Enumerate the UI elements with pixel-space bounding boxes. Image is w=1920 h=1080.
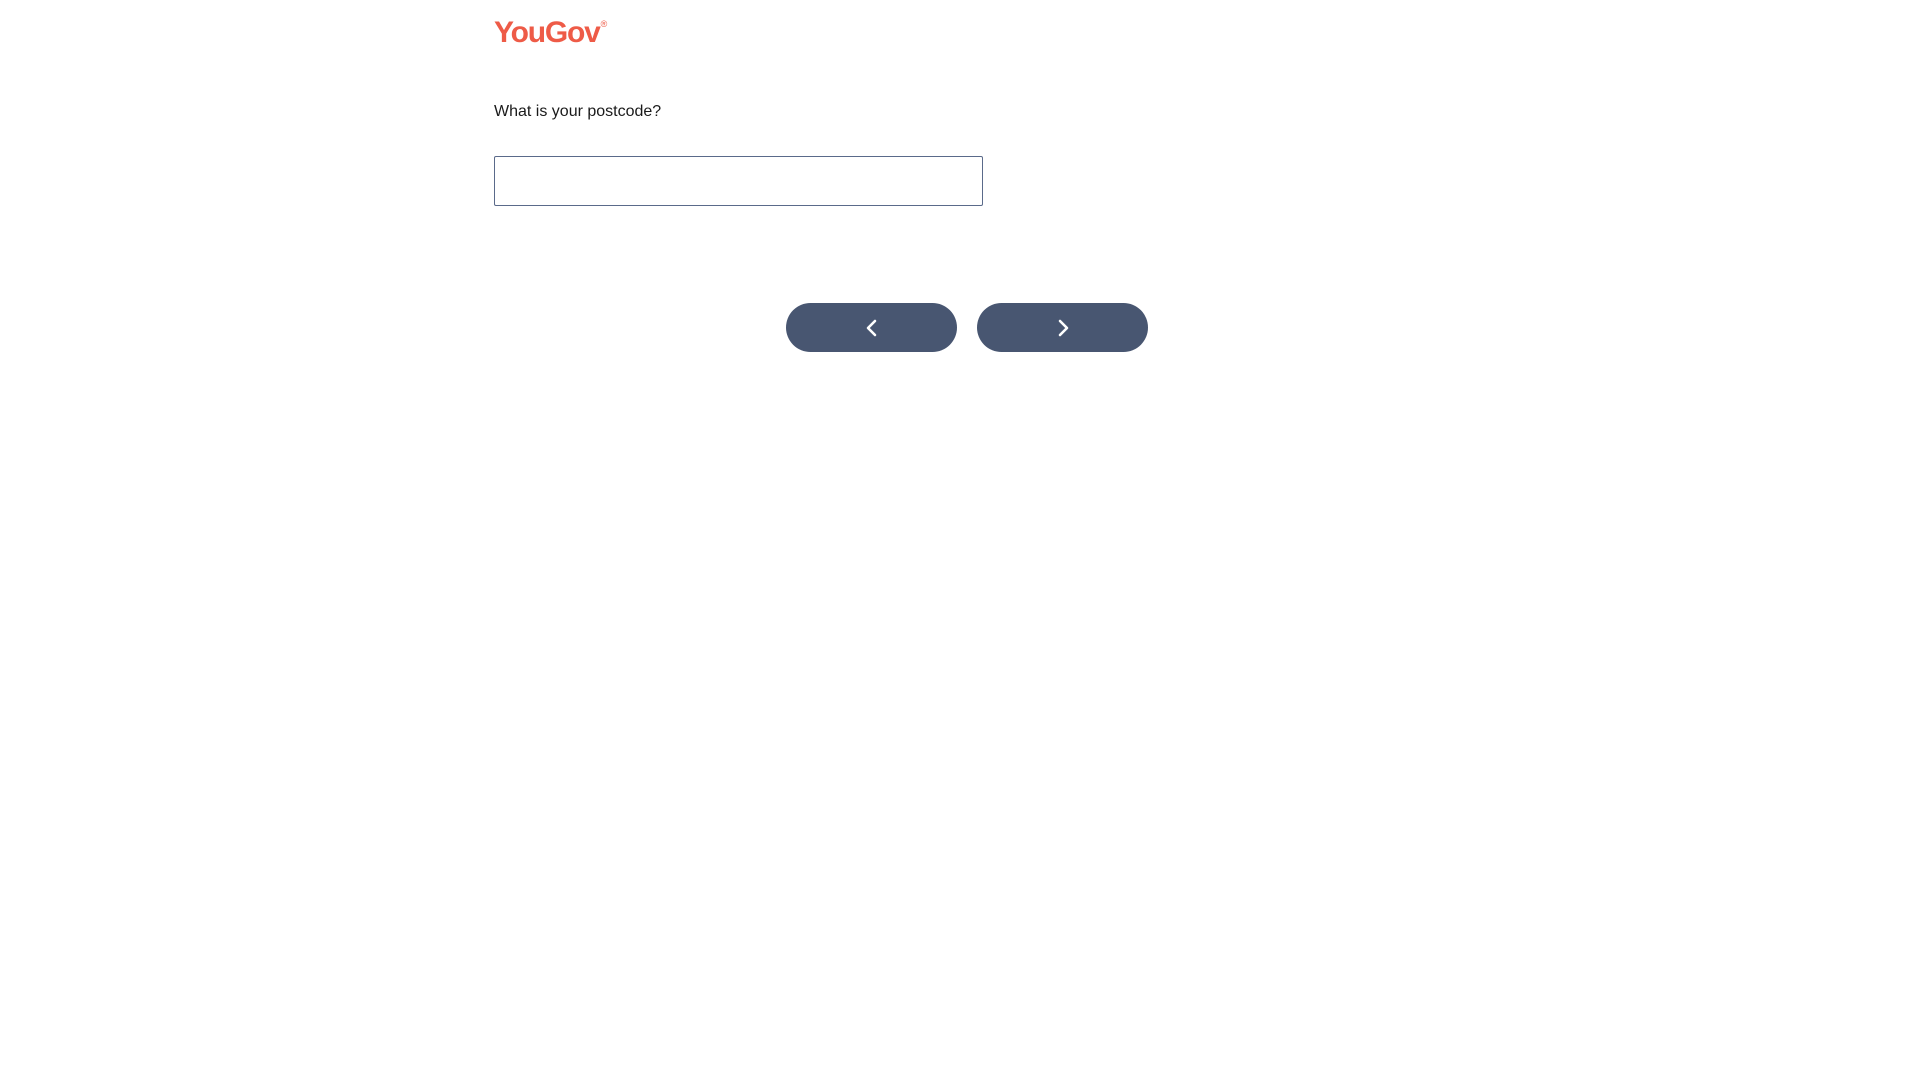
logo-wordmark: YouGov <box>494 16 601 49</box>
next-button[interactable] <box>977 303 1148 352</box>
question-text: What is your postcode? <box>494 103 662 120</box>
chevron-right-icon <box>1056 319 1070 337</box>
yougov-logo: YouGov ® <box>494 16 607 50</box>
back-button[interactable] <box>786 303 957 352</box>
chevron-left-icon <box>865 319 879 337</box>
postcode-input[interactable] <box>494 156 983 206</box>
survey-page: YouGov ® What is your postcode? <box>0 0 1920 1080</box>
logo-registered-mark: ® <box>600 19 608 29</box>
